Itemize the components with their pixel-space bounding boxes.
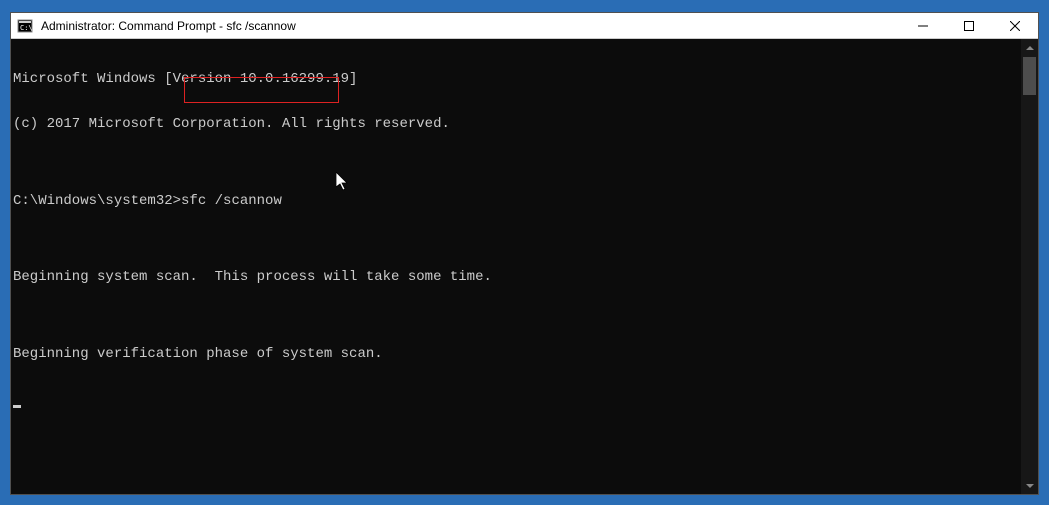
terminal-line-prompt: C:\Windows\system32>sfc /scannow	[13, 194, 1021, 209]
svg-text:C:\: C:\	[20, 24, 33, 32]
scrollbar-up-button[interactable]	[1021, 39, 1038, 56]
terminal-wrapper: Microsoft Windows [Version 10.0.16299.19…	[11, 39, 1038, 494]
maximize-button[interactable]	[946, 13, 992, 39]
terminal-output[interactable]: Microsoft Windows [Version 10.0.16299.19…	[11, 39, 1021, 494]
terminal-line: Beginning system scan. This process will…	[13, 270, 1021, 285]
command-text: sfc /scannow	[181, 193, 282, 209]
terminal-line: Microsoft Windows [Version 10.0.16299.19…	[13, 72, 1021, 87]
window-controls	[900, 13, 1038, 39]
cmd-icon: C:\	[17, 18, 33, 34]
terminal-line: (c) 2017 Microsoft Corporation. All righ…	[13, 117, 1021, 132]
vertical-scrollbar[interactable]	[1021, 39, 1038, 494]
scrollbar-down-button[interactable]	[1021, 477, 1038, 494]
titlebar[interactable]: C:\ Administrator: Command Prompt - sfc …	[11, 13, 1038, 39]
window-title: Administrator: Command Prompt - sfc /sca…	[41, 19, 900, 33]
text-cursor	[13, 405, 21, 408]
minimize-button[interactable]	[900, 13, 946, 39]
cursor-line	[13, 393, 1021, 408]
scrollbar-thumb[interactable]	[1023, 57, 1036, 95]
prompt-text: C:\Windows\system32>	[13, 193, 181, 209]
command-prompt-window: C:\ Administrator: Command Prompt - sfc …	[10, 12, 1039, 495]
close-button[interactable]	[992, 13, 1038, 39]
terminal-line: Beginning verification phase of system s…	[13, 347, 1021, 362]
